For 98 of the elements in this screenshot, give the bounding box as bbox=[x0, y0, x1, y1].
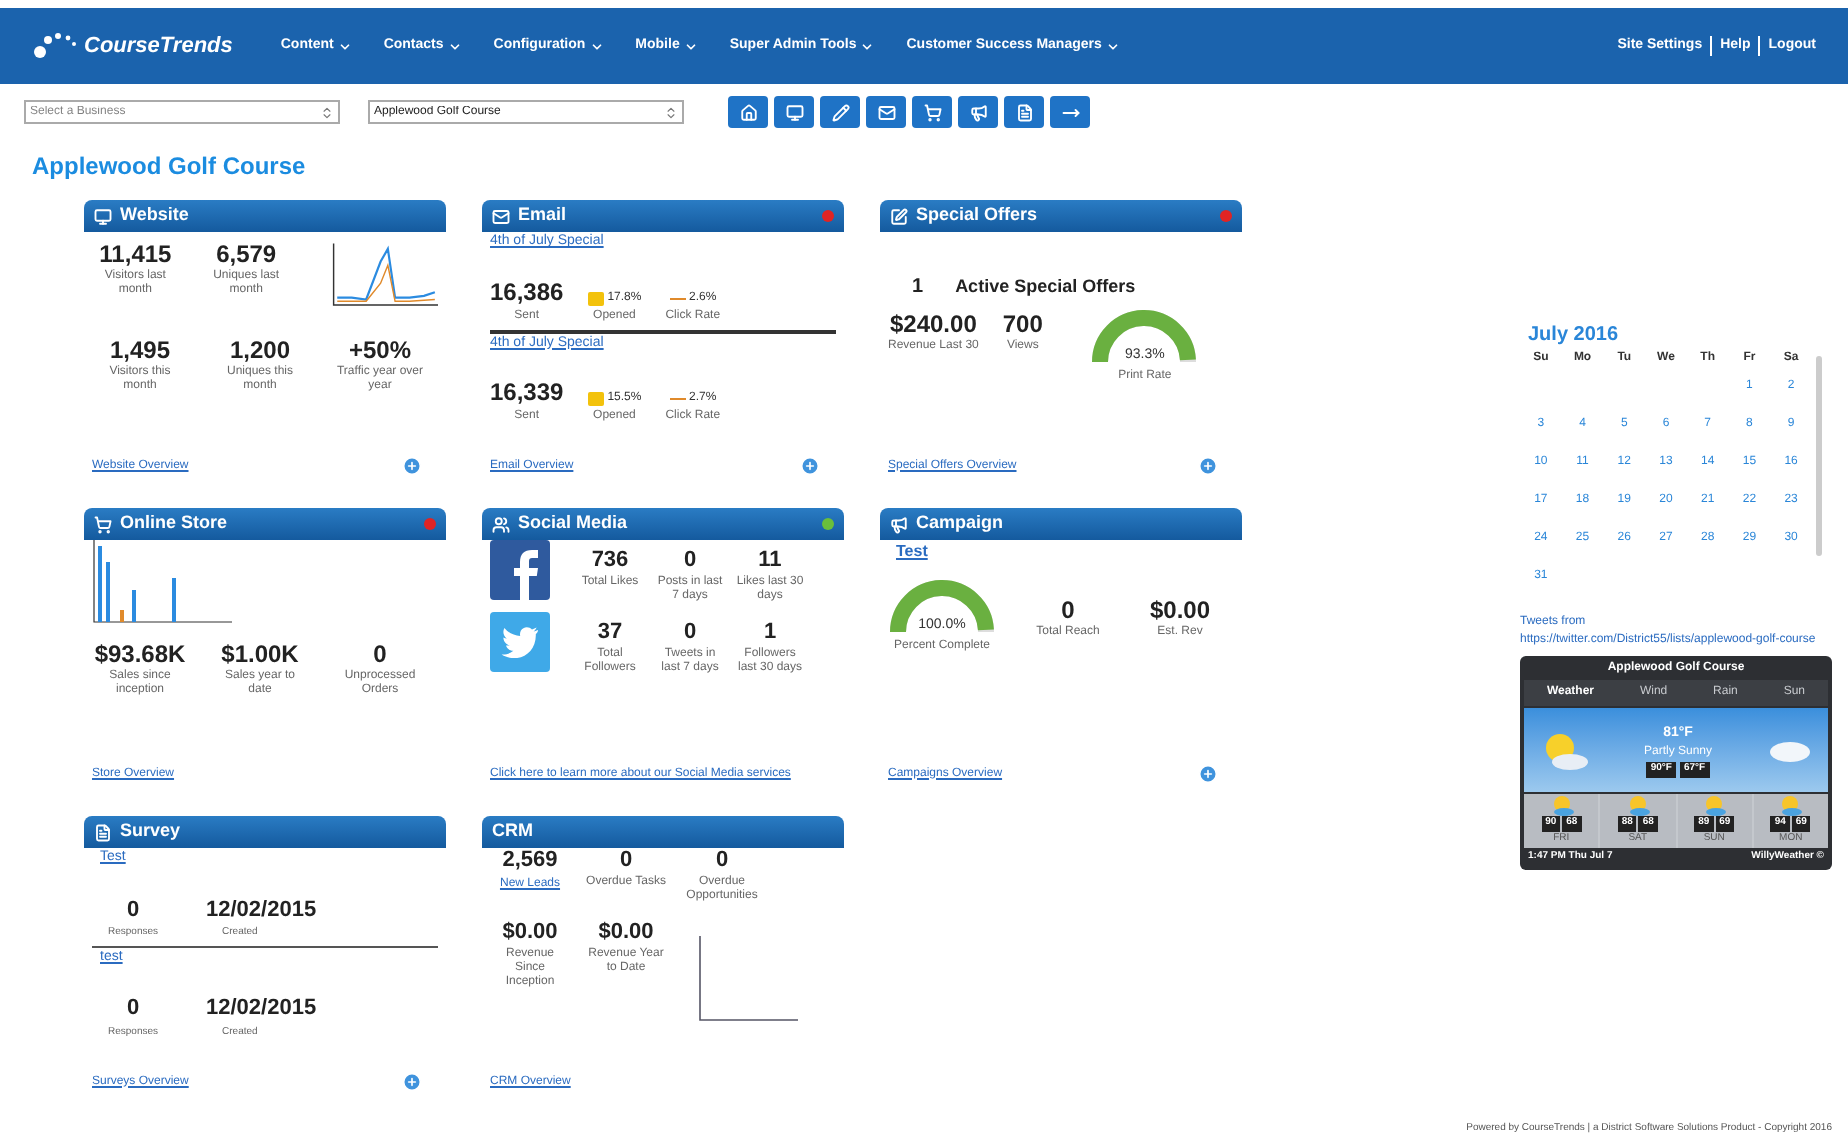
sent-count: 16,386 bbox=[490, 277, 564, 307]
campaign-link[interactable]: Test bbox=[888, 540, 1234, 564]
card-title: Website bbox=[120, 202, 189, 229]
page-title: Applewood Golf Course bbox=[30, 150, 308, 184]
sent-count: 16,339 bbox=[490, 378, 564, 408]
response-count: 0 bbox=[126, 994, 140, 1024]
stat-value: 736 bbox=[591, 548, 629, 575]
select-arrow-icon bbox=[320, 105, 334, 119]
megaphone-icon bbox=[969, 103, 987, 121]
stat-value: +50% bbox=[348, 336, 412, 365]
card-title: Online Store bbox=[120, 510, 228, 537]
stat-value: 700 bbox=[1002, 310, 1043, 339]
dash-icon bbox=[669, 398, 686, 400]
toolbar-button[interactable] bbox=[912, 96, 952, 128]
stat-value: 1,200 bbox=[229, 336, 291, 365]
caret-icon bbox=[447, 39, 462, 53]
document-icon bbox=[1015, 103, 1033, 121]
empty-chart-axes bbox=[698, 936, 798, 1024]
scrollbar[interactable] bbox=[1816, 356, 1822, 556]
stat-value: $0.00 bbox=[598, 920, 654, 947]
dash-icon bbox=[669, 297, 686, 299]
stat-value: 11 bbox=[758, 548, 782, 575]
cart-icon bbox=[923, 103, 941, 121]
stat-value: 0 bbox=[683, 620, 697, 647]
stat-value: $1.00K bbox=[221, 640, 299, 669]
cart-icon bbox=[94, 515, 112, 533]
caret-icon bbox=[589, 39, 604, 53]
calendar-month: July 2016 bbox=[1526, 322, 1621, 350]
partly-sunny-icon bbox=[1625, 796, 1650, 816]
arrow-icon bbox=[1061, 103, 1079, 121]
add-icon[interactable] bbox=[1198, 456, 1218, 476]
card-title: Social Media bbox=[518, 510, 628, 537]
partly-sunny-icon bbox=[1778, 796, 1803, 816]
pencil-square-icon bbox=[890, 207, 908, 225]
cloud-icon bbox=[1768, 738, 1812, 762]
document-icon bbox=[94, 823, 112, 841]
stat-value: $0.00 bbox=[502, 920, 558, 947]
response-count: 0 bbox=[126, 895, 140, 925]
stat-value: 37 bbox=[597, 620, 623, 647]
add-icon[interactable] bbox=[402, 1072, 422, 1092]
partly-sunny-icon bbox=[1702, 796, 1727, 816]
toolbar-button[interactable] bbox=[728, 96, 768, 128]
stat-value: 2,569 bbox=[502, 848, 558, 876]
stat-value: 0 bbox=[619, 848, 633, 875]
caret-icon bbox=[683, 39, 698, 53]
sun-icon bbox=[1540, 730, 1588, 770]
card-title: Email bbox=[518, 202, 567, 229]
stat-value: $0.00 bbox=[1149, 596, 1211, 625]
folder-icon bbox=[587, 291, 604, 305]
stat-value: $93.68K bbox=[94, 640, 186, 669]
toolbar-button[interactable] bbox=[866, 96, 906, 128]
stat-value: 11,415 bbox=[99, 240, 172, 269]
partly-sunny-icon bbox=[1549, 796, 1574, 816]
toolbar-button[interactable] bbox=[1004, 96, 1044, 128]
card-title: Campaign bbox=[916, 510, 1004, 537]
toolbar-button[interactable] bbox=[958, 96, 998, 128]
twitter-logo[interactable] bbox=[490, 612, 550, 673]
toolbar-button[interactable] bbox=[1050, 96, 1090, 128]
folder-icon bbox=[587, 392, 604, 406]
stat-value: 1,495 bbox=[109, 336, 171, 365]
caret-icon bbox=[860, 39, 875, 53]
monitor-icon bbox=[785, 103, 803, 121]
megaphone-icon bbox=[890, 515, 908, 533]
mail-icon bbox=[877, 103, 895, 121]
home-icon bbox=[739, 103, 757, 121]
pencil-icon bbox=[831, 103, 849, 121]
add-icon[interactable] bbox=[1198, 764, 1218, 784]
stat-value: 1 bbox=[763, 620, 777, 647]
caret-icon bbox=[337, 39, 352, 53]
card-title: Special Offers bbox=[916, 202, 1038, 229]
toolbar-button[interactable] bbox=[820, 96, 860, 128]
gauge-meter bbox=[888, 580, 996, 636]
mail-icon bbox=[492, 207, 510, 225]
people-icon bbox=[492, 515, 510, 533]
offers-heading: Active Special Offers bbox=[955, 273, 1136, 300]
bar-chart-drawing bbox=[92, 540, 232, 624]
logo-icon bbox=[32, 32, 76, 60]
stat-value: 0 bbox=[683, 548, 697, 575]
facebook-logo[interactable] bbox=[490, 540, 550, 600]
offer-count: 1 bbox=[912, 274, 924, 302]
stat-value: 0 bbox=[373, 640, 387, 669]
logo-text[interactable]: CourseTrends bbox=[84, 29, 233, 63]
stat-value: 0 bbox=[1061, 596, 1075, 625]
add-icon[interactable] bbox=[800, 456, 820, 476]
created-date: 12/02/2015 bbox=[206, 994, 317, 1024]
select-arrow-icon bbox=[664, 105, 678, 119]
caret-icon bbox=[1105, 39, 1120, 53]
card-title: CRM bbox=[492, 818, 533, 845]
sparkline bbox=[329, 240, 439, 312]
add-icon[interactable] bbox=[402, 456, 422, 476]
monitor-icon bbox=[94, 207, 112, 225]
stat-value: 0 bbox=[715, 848, 729, 875]
stat-value: $240.00 bbox=[889, 310, 977, 339]
card-title: Survey bbox=[120, 818, 181, 845]
toolbar-button[interactable] bbox=[774, 96, 814, 128]
gauge-meter bbox=[1090, 310, 1199, 366]
stat-value: 6,579 bbox=[216, 240, 277, 269]
created-date: 12/02/2015 bbox=[206, 895, 317, 925]
